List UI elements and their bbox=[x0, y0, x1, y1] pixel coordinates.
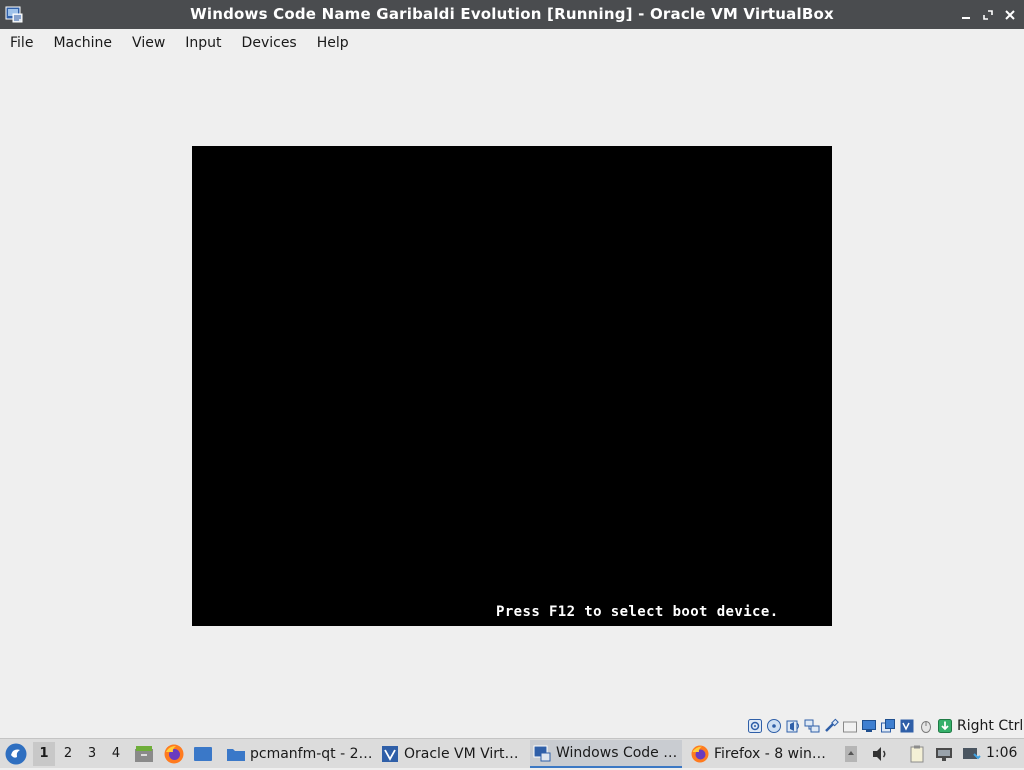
boot-message: Press F12 to select boot device. bbox=[496, 604, 779, 620]
close-icon[interactable] bbox=[1002, 7, 1018, 23]
shared-folders-icon[interactable] bbox=[842, 718, 858, 734]
hard-disk-icon[interactable] bbox=[747, 718, 763, 734]
file-manager-icon[interactable] bbox=[132, 742, 156, 766]
task-label: pcmanfm-qt - 2… bbox=[250, 746, 373, 762]
window-title: Windows Code Name Garibaldi Evolution [R… bbox=[190, 5, 834, 23]
network-icon[interactable] bbox=[804, 718, 820, 734]
task-label: Oracle VM Virt… bbox=[404, 746, 519, 762]
virtualbox-icon bbox=[380, 744, 400, 764]
firefox-icon[interactable] bbox=[162, 742, 186, 766]
optical-drive-icon[interactable] bbox=[766, 718, 782, 734]
window-controls bbox=[958, 0, 1018, 29]
vm-statusbar: Right Ctrl bbox=[0, 714, 1024, 738]
minimize-icon[interactable] bbox=[958, 7, 974, 23]
host-key-label: Right Ctrl bbox=[957, 718, 1024, 734]
recording-icon[interactable] bbox=[880, 718, 896, 734]
menu-view[interactable]: View bbox=[122, 29, 175, 57]
task-label: Firefox - 8 win… bbox=[714, 746, 826, 762]
update-icon[interactable] bbox=[960, 742, 982, 766]
clipboard-icon[interactable] bbox=[906, 742, 928, 766]
desktop-2-button[interactable]: 2 bbox=[57, 742, 79, 766]
folder-icon bbox=[226, 744, 246, 764]
volume-icon[interactable] bbox=[869, 742, 891, 766]
task-pcmanfm[interactable]: pcmanfm-qt - 2… bbox=[224, 740, 374, 768]
menu-input[interactable]: Input bbox=[175, 29, 231, 57]
clock[interactable]: 1:06 bbox=[986, 739, 1017, 769]
virtualization-icon[interactable] bbox=[899, 718, 915, 734]
menu-devices[interactable]: Devices bbox=[232, 29, 307, 57]
desktop-3-button[interactable]: 3 bbox=[81, 742, 103, 766]
virtualbox-icon bbox=[532, 743, 552, 763]
desktop-4-button[interactable]: 4 bbox=[105, 742, 127, 766]
task-label: Windows Code … bbox=[556, 745, 678, 761]
desktop-icon[interactable] bbox=[191, 742, 215, 766]
mouse-integration-icon[interactable] bbox=[918, 718, 934, 734]
scroll-up-icon[interactable] bbox=[840, 742, 862, 766]
task-windows-code[interactable]: Windows Code … bbox=[530, 740, 682, 768]
restore-icon[interactable] bbox=[980, 7, 996, 23]
taskbar: 1 2 3 4 pcmanfm-qt - 2… Oracle VM Virt… … bbox=[0, 738, 1024, 768]
status-icons bbox=[747, 717, 953, 735]
desktop-1-button[interactable]: 1 bbox=[33, 742, 55, 766]
vm-display[interactable]: Press F12 to select boot device. bbox=[192, 146, 832, 626]
menubar: File Machine View Input Devices Help bbox=[0, 29, 1024, 57]
firefox-icon bbox=[690, 744, 710, 764]
display-icon[interactable] bbox=[861, 718, 877, 734]
network-icon[interactable] bbox=[933, 742, 955, 766]
menu-file[interactable]: File bbox=[0, 29, 43, 57]
menu-help[interactable]: Help bbox=[307, 29, 359, 57]
task-oracle-vm[interactable]: Oracle VM Virt… bbox=[378, 740, 526, 768]
host-key-icon[interactable] bbox=[937, 718, 953, 734]
window-titlebar[interactable]: Windows Code Name Garibaldi Evolution [R… bbox=[0, 0, 1024, 29]
start-menu-icon[interactable] bbox=[4, 742, 28, 766]
task-firefox[interactable]: Firefox - 8 win… bbox=[688, 740, 832, 768]
audio-icon[interactable] bbox=[785, 718, 801, 734]
menu-machine[interactable]: Machine bbox=[43, 29, 122, 57]
usb-icon[interactable] bbox=[823, 718, 839, 734]
